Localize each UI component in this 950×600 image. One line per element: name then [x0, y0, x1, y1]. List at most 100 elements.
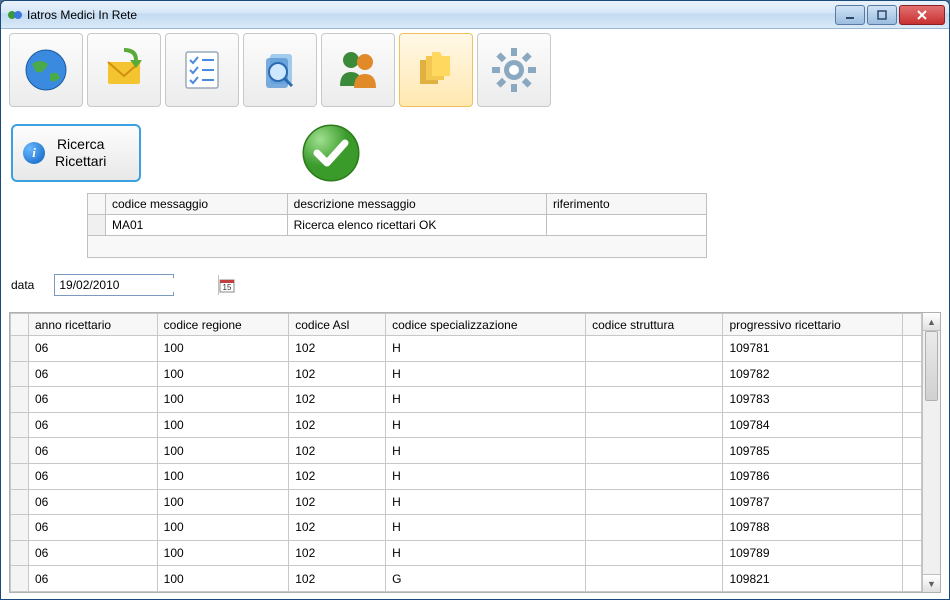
results-cell-anno: 06: [29, 412, 158, 438]
toolbar-settings-button[interactable]: [477, 33, 551, 107]
window-title: Iatros Medici In Rete: [27, 8, 833, 22]
results-row[interactable]: 06100102G109821: [11, 566, 922, 592]
results-cell-blank: [903, 540, 922, 566]
toolbar-checklist-button[interactable]: [165, 33, 239, 107]
results-cell-spec: H: [386, 463, 586, 489]
results-cell-regione: 100: [157, 489, 289, 515]
results-row-header: [11, 387, 29, 413]
message-cell-codice: MA01: [106, 215, 288, 236]
results-col-asl[interactable]: codice Asl: [289, 314, 386, 336]
results-cell-blank: [903, 566, 922, 592]
results-cell-strutt: [586, 463, 723, 489]
results-cell-blank: [903, 387, 922, 413]
close-button[interactable]: [899, 5, 945, 25]
action-row: i Ricerca Ricettari: [7, 111, 943, 193]
results-cell-spec: G: [386, 566, 586, 592]
results-cell-asl: 102: [289, 489, 386, 515]
results-row-header: [11, 438, 29, 464]
gear-icon: [490, 46, 538, 94]
toolbar-globe-button[interactable]: [9, 33, 83, 107]
results-cell-anno: 06: [29, 438, 158, 464]
message-col-codice[interactable]: codice messaggio: [106, 194, 288, 215]
results-col-strutt[interactable]: codice struttura: [586, 314, 723, 336]
results-row[interactable]: 06100102H 109787: [11, 489, 922, 515]
message-table: codice messaggio descrizione messaggio r…: [87, 193, 707, 258]
data-label: data: [11, 278, 34, 292]
results-col-blank: [903, 314, 922, 336]
results-col-anno[interactable]: anno ricettario: [29, 314, 158, 336]
results-cell-blank: [903, 463, 922, 489]
results-cell-prog: 109787: [723, 489, 903, 515]
results-cell-regione: 100: [157, 540, 289, 566]
results-cell-strutt: [586, 540, 723, 566]
data-input[interactable]: [55, 278, 218, 292]
results-cell-anno: 06: [29, 463, 158, 489]
results-cell-spec: H: [386, 515, 586, 541]
results-cell-asl: 102: [289, 566, 386, 592]
toolbar-mail-button[interactable]: [87, 33, 161, 107]
results-cell-spec: H: [386, 387, 586, 413]
results-row-header: [11, 336, 29, 362]
message-row-header: [88, 215, 106, 236]
results-cell-strutt: [586, 336, 723, 362]
checklist-icon: [178, 46, 226, 94]
message-row[interactable]: MA01Ricerca elenco ricettari OK: [88, 215, 707, 236]
success-check-icon: [301, 123, 361, 183]
results-cell-blank: [903, 438, 922, 464]
results-cell-strutt: [586, 566, 723, 592]
results-col-regione[interactable]: codice regione: [157, 314, 289, 336]
info-icon: i: [23, 142, 45, 164]
toolbar-search-button[interactable]: [243, 33, 317, 107]
search-glass-icon: [256, 46, 304, 94]
calendar-icon[interactable]: 15: [218, 275, 235, 295]
svg-text:15: 15: [223, 283, 232, 292]
minimize-button[interactable]: [835, 5, 865, 25]
ricerca-ricettari-button[interactable]: i Ricerca Ricettari: [11, 124, 141, 182]
results-cell-regione: 100: [157, 361, 289, 387]
results-cell-spec: H: [386, 540, 586, 566]
results-cell-asl: 102: [289, 412, 386, 438]
results-cell-regione: 100: [157, 412, 289, 438]
results-col-spec[interactable]: codice specializzazione: [386, 314, 586, 336]
results-cell-prog: 109784: [723, 412, 903, 438]
results-col-prog[interactable]: progressivo ricettario: [723, 314, 903, 336]
results-grid: anno ricettario codice regione codice As…: [10, 313, 922, 592]
results-row[interactable]: 06100102H109788: [11, 515, 922, 541]
results-cell-asl: 102: [289, 515, 386, 541]
results-cell-blank: [903, 515, 922, 541]
results-row[interactable]: 06100102H109789: [11, 540, 922, 566]
scroll-up-arrow[interactable]: ▲: [923, 313, 940, 331]
results-cell-anno: 06: [29, 361, 158, 387]
results-cell-anno: 06: [29, 515, 158, 541]
results-row[interactable]: 06100102H109783: [11, 387, 922, 413]
results-cell-anno: 06: [29, 489, 158, 515]
toolbar-folders-button[interactable]: [399, 33, 473, 107]
results-cell-spec: H: [386, 438, 586, 464]
toolbar-people-button[interactable]: [321, 33, 395, 107]
results-cell-prog: 109789: [723, 540, 903, 566]
message-row-header-corner: [88, 194, 106, 215]
results-corner: [11, 314, 29, 336]
results-cell-spec: H: [386, 412, 586, 438]
results-scrollbar[interactable]: ▲ ▼: [922, 313, 940, 592]
results-cell-anno: 06: [29, 540, 158, 566]
results-cell-anno: 06: [29, 387, 158, 413]
scroll-down-arrow[interactable]: ▼: [923, 574, 940, 592]
scroll-track[interactable]: [923, 331, 940, 574]
message-col-descrizione[interactable]: descrizione messaggio: [287, 194, 546, 215]
app-window: Iatros Medici In Rete: [0, 0, 950, 600]
results-row[interactable]: 06100102H 109784: [11, 412, 922, 438]
results-cell-regione: 100: [157, 463, 289, 489]
results-cell-spec: H: [386, 361, 586, 387]
maximize-button[interactable]: [867, 5, 897, 25]
results-row-header: [11, 515, 29, 541]
message-col-riferimento[interactable]: riferimento: [547, 194, 707, 215]
results-cell-anno: 06: [29, 566, 158, 592]
results-row[interactable]: 06100102H109782: [11, 361, 922, 387]
results-cell-asl: 102: [289, 438, 386, 464]
results-row[interactable]: 06100102H109781: [11, 336, 922, 362]
results-row[interactable]: 06100102H109785: [11, 438, 922, 464]
results-cell-spec: H: [386, 489, 586, 515]
scroll-thumb[interactable]: [925, 331, 938, 401]
results-row[interactable]: 06100102H109786: [11, 463, 922, 489]
